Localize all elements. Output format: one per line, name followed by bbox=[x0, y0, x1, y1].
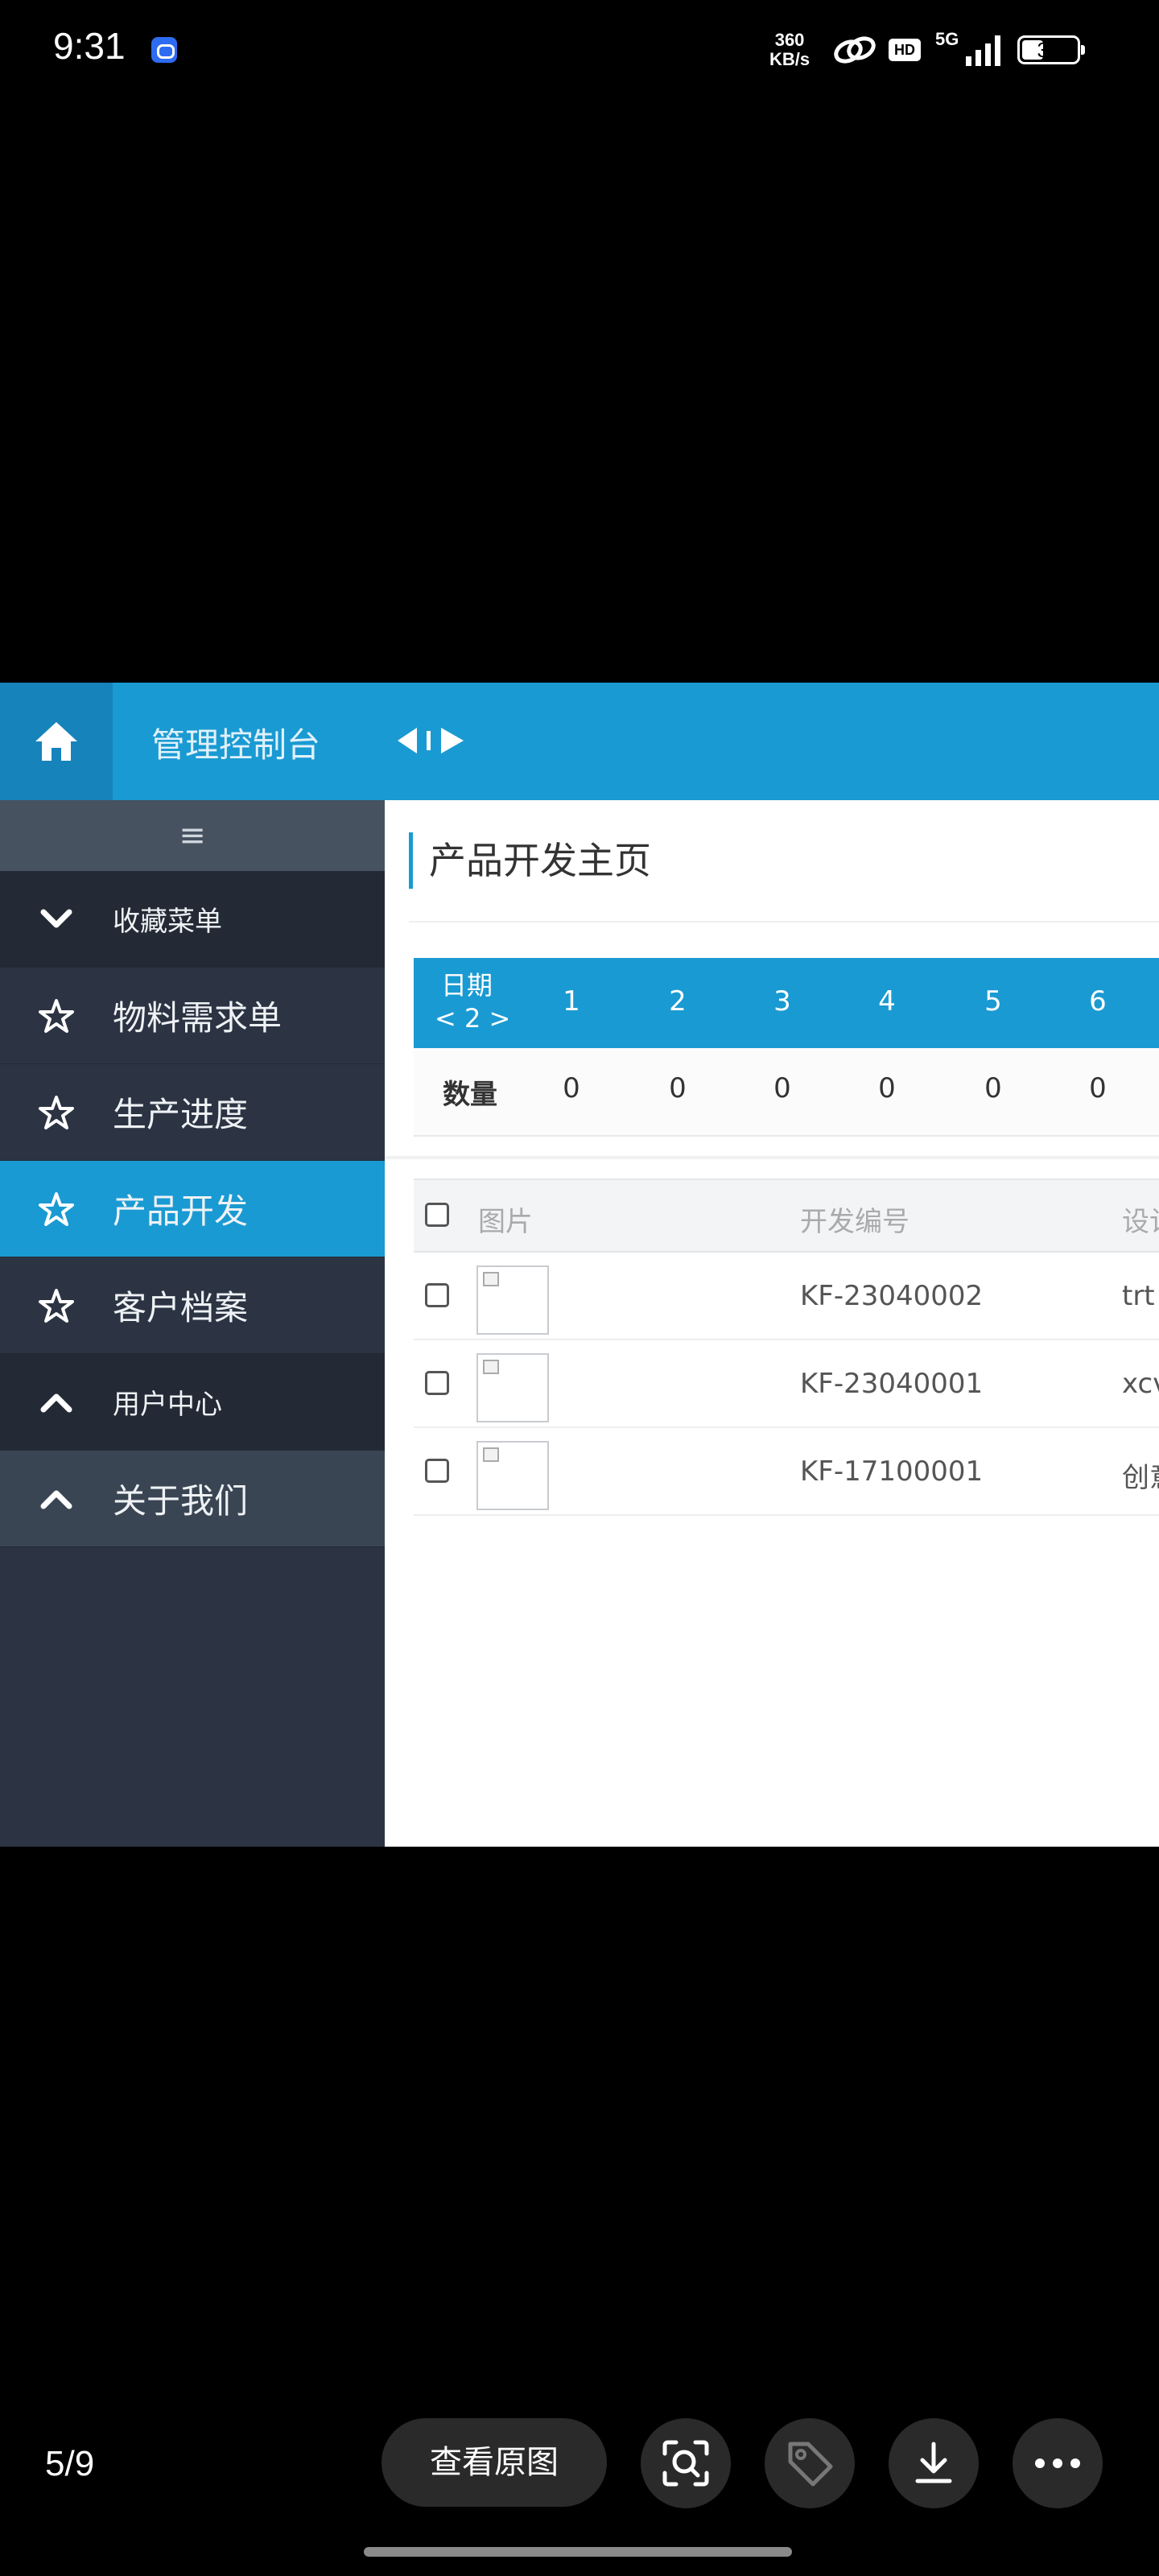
header-code[interactable]: 开发编号 bbox=[800, 1199, 909, 1239]
broken-image-thumbnail[interactable] bbox=[476, 1441, 549, 1510]
sidebar-item[interactable]: 客户档案 bbox=[0, 1257, 385, 1354]
battery-percent: 39 bbox=[1037, 38, 1061, 62]
star-icon bbox=[0, 1191, 113, 1228]
day-header: 5 bbox=[984, 985, 1002, 1018]
row-checkbox[interactable] bbox=[425, 1283, 449, 1307]
viewed-image: 管理控制台 ≡ 收藏菜单物料需求单生产进度产品开发客户档案用户中心关于我们 产品… bbox=[0, 683, 1159, 1847]
sidebar-item[interactable]: 产品开发 bbox=[0, 1161, 385, 1257]
broken-image-thumbnail[interactable] bbox=[476, 1265, 549, 1335]
image-counter: 5/9 bbox=[45, 2444, 95, 2483]
quantity-value: 0 bbox=[984, 1072, 1002, 1104]
row-checkbox[interactable] bbox=[425, 1459, 449, 1483]
home-indicator[interactable] bbox=[364, 2547, 792, 2557]
chevron-down-icon bbox=[0, 901, 113, 938]
signal-icon bbox=[966, 35, 1000, 66]
data-grid: 图片 开发编号 设计 KF-23040002trtKF-23040001xcvK… bbox=[414, 1179, 1159, 1516]
table-row[interactable]: KF-23040002 trt bbox=[414, 1253, 1159, 1340]
header-image[interactable]: 图片 bbox=[478, 1199, 533, 1239]
chevron-up-icon bbox=[0, 1384, 113, 1421]
scan-button[interactable] bbox=[641, 2418, 731, 2508]
divider bbox=[409, 921, 1159, 923]
collapse-toggle-icon[interactable] bbox=[394, 723, 467, 758]
table-row[interactable]: KF-23040001 xcv bbox=[414, 1340, 1159, 1428]
sidebar-item[interactable]: 物料需求单 bbox=[0, 968, 385, 1064]
page-title: 产品开发主页 bbox=[409, 832, 651, 889]
sidebar-item-label: 收藏菜单 bbox=[113, 906, 222, 938]
grid-body: KF-23040002 trt KF-23040001 xcv KF-17100001 创… bbox=[414, 1253, 1159, 1516]
quantity-value: 0 bbox=[878, 1072, 896, 1104]
table-row[interactable]: KF-17100001 创意 bbox=[414, 1428, 1159, 1516]
network-speed-value: 360 bbox=[774, 30, 805, 50]
sidebar-item-label: 客户档案 bbox=[113, 1288, 249, 1327]
select-all-checkbox[interactable] bbox=[425, 1203, 449, 1227]
sidebar-item[interactable]: 生产进度 bbox=[0, 1064, 385, 1161]
date-label: 日期 bbox=[441, 970, 493, 1001]
grid-header: 图片 开发编号 设计 bbox=[414, 1179, 1159, 1253]
sidebar-item[interactable]: 关于我们 bbox=[0, 1451, 385, 1547]
quantity-value: 0 bbox=[773, 1072, 791, 1104]
network-type: 5G bbox=[935, 29, 959, 49]
design-value: xcv bbox=[1122, 1368, 1159, 1400]
quantity-value: 0 bbox=[1089, 1072, 1107, 1104]
sidebar-item-label: 产品开发 bbox=[113, 1191, 249, 1231]
app-topbar: 管理控制台 bbox=[0, 683, 1159, 800]
divider bbox=[385, 1156, 1159, 1159]
status-time: 9:31 bbox=[53, 25, 126, 67]
network-speed-unit: KB/s bbox=[769, 49, 810, 69]
dev-code: KF-17100001 bbox=[800, 1455, 984, 1488]
home-button[interactable] bbox=[0, 683, 113, 800]
day-header: 4 bbox=[878, 985, 896, 1018]
stats-header-row: 日期 < 2 > 1 2 3 4 5 6 bbox=[414, 958, 1159, 1048]
stats-quantity-row: 数量 0 0 0 0 0 0 bbox=[414, 1048, 1159, 1137]
link-icon bbox=[834, 36, 876, 64]
date-pager[interactable]: < 2 > bbox=[435, 1003, 510, 1034]
day-header: 1 bbox=[563, 985, 580, 1018]
network-speed: 360 KB/s bbox=[769, 31, 810, 69]
more-icon bbox=[1035, 2458, 1080, 2468]
dev-code: KF-23040001 bbox=[800, 1368, 984, 1400]
sidebar-item[interactable]: 收藏菜单 bbox=[0, 871, 385, 968]
stats-table: 日期 < 2 > 1 2 3 4 5 6 数量 0 0 0 0 0 0 bbox=[414, 958, 1159, 1137]
quantity-value: 0 bbox=[669, 1072, 687, 1104]
sidebar: ≡ 收藏菜单物料需求单生产进度产品开发客户档案用户中心关于我们 bbox=[0, 800, 385, 1847]
design-value: 创意 bbox=[1122, 1462, 1159, 1494]
sidebar-handle[interactable]: ≡ bbox=[0, 800, 385, 871]
more-button[interactable] bbox=[1013, 2418, 1103, 2508]
status-bar: 9:31 360 KB/s HD 5G 39 bbox=[0, 0, 1159, 105]
main-content: 产品开发主页 日期 < 2 > 1 2 3 4 5 6 数量 0 0 0 0 0 0 图片 开发编号… bbox=[385, 800, 1159, 1847]
tag-button[interactable] bbox=[765, 2418, 855, 2508]
app-title: 管理控制台 bbox=[151, 725, 321, 765]
notification-app-icon bbox=[151, 37, 177, 63]
download-icon bbox=[915, 2442, 952, 2483]
view-original-button[interactable]: 查看原图 bbox=[382, 2418, 607, 2507]
star-icon bbox=[0, 1287, 113, 1324]
tag-icon bbox=[788, 2442, 833, 2487]
day-header: 6 bbox=[1089, 985, 1107, 1018]
home-icon bbox=[35, 722, 77, 761]
sidebar-menu: 收藏菜单物料需求单生产进度产品开发客户档案用户中心关于我们 bbox=[0, 871, 385, 1547]
star-icon bbox=[0, 997, 113, 1034]
battery-indicator: 39 bbox=[1017, 35, 1085, 64]
scan-search-icon bbox=[662, 2440, 709, 2487]
header-design[interactable]: 设计 bbox=[1122, 1199, 1159, 1239]
day-header: 3 bbox=[773, 985, 791, 1018]
sidebar-item-label: 生产进度 bbox=[113, 1095, 249, 1134]
design-value: trt bbox=[1122, 1280, 1155, 1312]
row-checkbox[interactable] bbox=[425, 1371, 449, 1395]
sidebar-item-label: 物料需求单 bbox=[113, 998, 283, 1038]
day-header: 2 bbox=[669, 985, 687, 1018]
dev-code: KF-23040002 bbox=[800, 1280, 984, 1312]
star-icon bbox=[0, 1094, 113, 1131]
broken-image-thumbnail[interactable] bbox=[476, 1353, 549, 1422]
download-button[interactable] bbox=[889, 2418, 979, 2508]
quantity-label: 数量 bbox=[443, 1079, 497, 1111]
chevron-up-icon bbox=[0, 1480, 113, 1517]
hd-badge: HD bbox=[889, 39, 921, 61]
sidebar-item[interactable]: 用户中心 bbox=[0, 1354, 385, 1451]
quantity-value: 0 bbox=[563, 1072, 580, 1104]
sidebar-item-label: 用户中心 bbox=[113, 1389, 222, 1421]
sidebar-item-label: 关于我们 bbox=[113, 1481, 249, 1521]
